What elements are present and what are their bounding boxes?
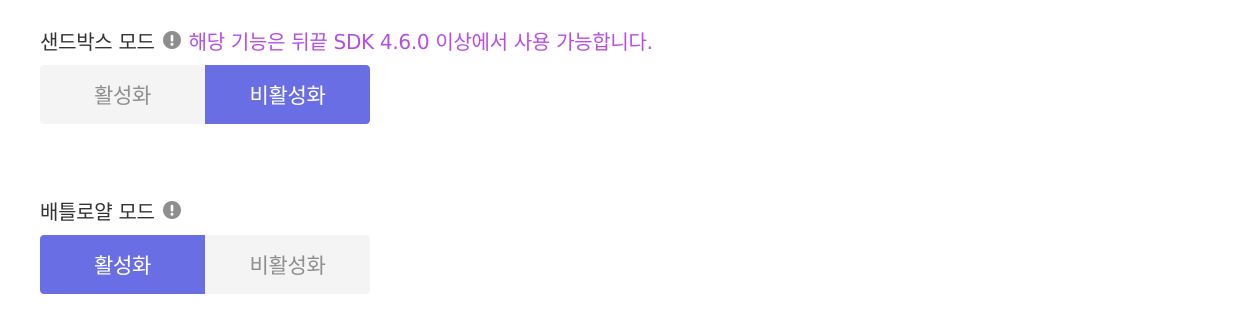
battle-royale-mode-title: 배틀로얄 모드 — [40, 199, 155, 224]
sandbox-enable-button[interactable]: 활성화 — [40, 65, 205, 124]
sdk-version-notice: 해당 기능은 뒤끝 SDK 4.6.0 이상에서 사용 가능합니다. — [188, 29, 653, 54]
sandbox-mode-title: 샌드박스 모드 — [40, 29, 155, 54]
battle-royale-mode-label-row: 배틀로얄 모드 — [40, 196, 370, 224]
exclamation-mark-glyph — [170, 34, 174, 46]
sandbox-disable-button[interactable]: 비활성화 — [205, 65, 370, 124]
battle-royale-disable-button[interactable]: 비활성화 — [205, 235, 370, 294]
exclamation-circle-icon[interactable] — [162, 201, 181, 219]
battle-royale-mode-section: 배틀로얄 모드 활성화 비활성화 — [40, 196, 370, 294]
exclamation-circle-icon[interactable] — [162, 31, 181, 49]
sandbox-mode-toggle: 활성화 비활성화 — [40, 65, 370, 124]
sandbox-mode-section: 샌드박스 모드 해당 기능은 뒤끝 SDK 4.6.0 이상에서 사용 가능합니… — [40, 26, 653, 124]
exclamation-mark-glyph — [170, 204, 174, 216]
battle-royale-enable-button[interactable]: 활성화 — [40, 235, 205, 294]
sandbox-mode-label-row: 샌드박스 모드 해당 기능은 뒤끝 SDK 4.6.0 이상에서 사용 가능합니… — [40, 26, 653, 54]
battle-royale-mode-toggle: 활성화 비활성화 — [40, 235, 370, 294]
